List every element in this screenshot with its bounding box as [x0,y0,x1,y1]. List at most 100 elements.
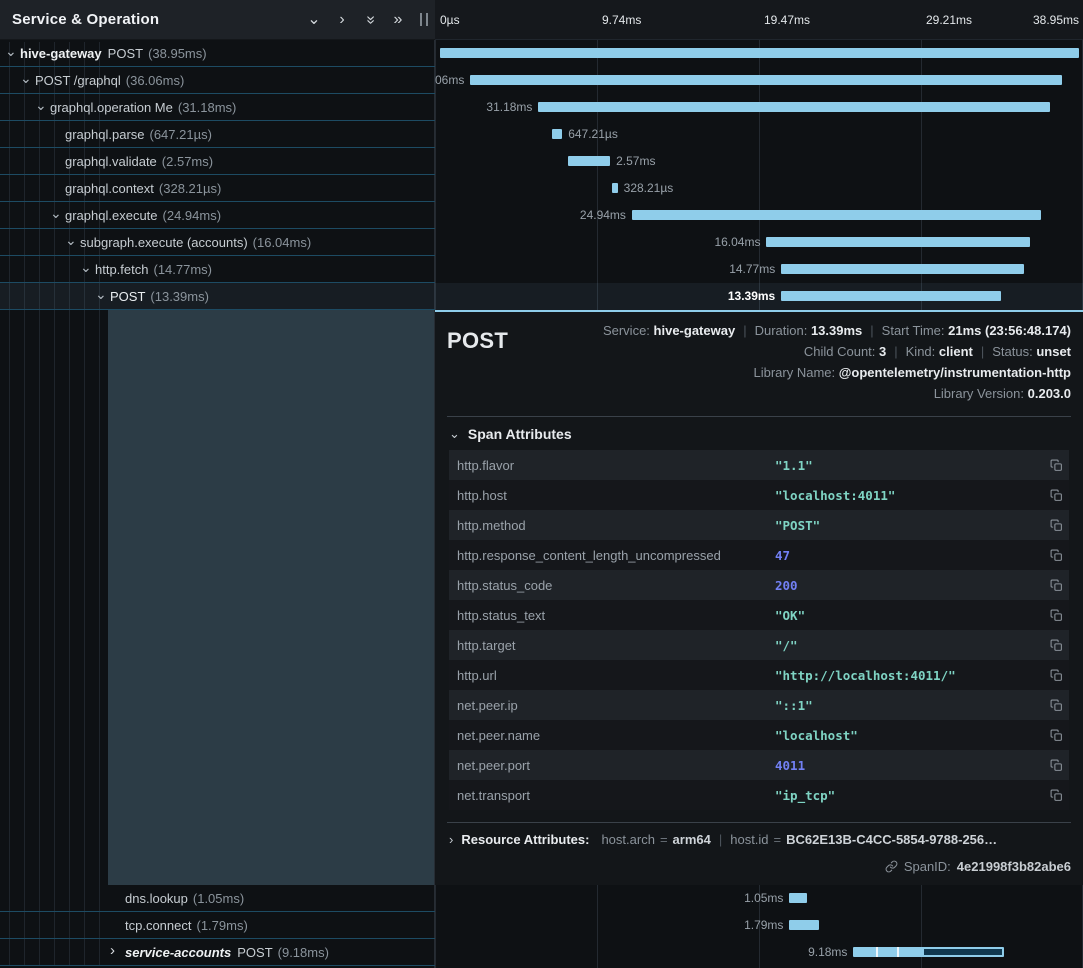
span-row[interactable]: ⌄subgraph.execute (accounts)(16.04ms) 16.… [0,229,1083,256]
span-name-cell[interactable]: graphql.parse(647.21µs) [0,121,435,148]
span-attributes-header[interactable]: ⌄ Span Attributes [449,426,1071,442]
span-row[interactable]: ⌄graphql.operation Me(31.18ms) 31.18ms [0,94,1083,121]
span-row[interactable]: graphql.parse(647.21µs) 647.21µs [0,121,1083,148]
link-icon[interactable] [885,860,898,873]
copy-icon[interactable] [1039,699,1063,712]
span-operation-name: POST [108,46,143,61]
attribute-row: net.peer.port4011 [449,750,1069,780]
span-operation-name: POST [110,289,145,304]
collapse-all-button[interactable]: » [356,12,384,28]
span-bar[interactable]: 9.18ms [853,947,1004,957]
span-duration-text: (647.21µs) [150,127,212,142]
span-name-cell[interactable]: ⌄graphql.execute(24.94ms) [0,202,435,229]
chevron-down-icon[interactable]: ⌄ [65,235,80,245]
copy-icon[interactable] [1039,759,1063,772]
copy-icon[interactable] [1039,789,1063,802]
span-row[interactable]: ⌄POST(13.39ms) 13.39ms [0,283,1083,310]
span-bar[interactable]: 31.18ms [538,102,1050,112]
copy-icon[interactable] [1039,639,1063,652]
span-operation-name: http.fetch [95,262,148,277]
span-row[interactable]: tcp.connect(1.79ms) 1.79ms [0,912,1083,939]
span-name-cell[interactable]: ⌄http.fetch(14.77ms) [0,256,435,283]
copy-icon[interactable] [1039,609,1063,622]
span-name-cell[interactable]: ⌄subgraph.execute (accounts)(16.04ms) [0,229,435,256]
span-row[interactable]: ⌄http.fetch(14.77ms) 14.77ms [0,256,1083,283]
span-name-cell[interactable]: ⌄POST(13.39ms) [0,283,435,310]
span-bar[interactable]: 2.57ms [568,156,610,166]
span-bar-cell: 36.06ms [435,67,1083,94]
span-bar[interactable]: 1.05ms [789,893,806,903]
copy-icon[interactable] [1039,669,1063,682]
span-bar[interactable]: 16.04ms [766,237,1029,247]
timeline-tick: 29.21ms [926,13,972,27]
attribute-row: http.method"POST" [449,510,1069,540]
span-row[interactable]: ⌄hive-gatewayPOST(38.95ms) [0,40,1083,67]
span-name-cell[interactable]: tcp.connect(1.79ms) [0,912,435,939]
span-bar[interactable]: 328.21µs [612,183,617,193]
chevron-down-icon[interactable]: ⌄ [35,100,50,110]
span-duration-text: (24.94ms) [163,208,222,223]
span-bar[interactable]: 647.21µs [552,129,563,139]
copy-icon[interactable] [1039,489,1063,502]
span-name-cell[interactable]: graphql.context(328.21µs) [0,175,435,202]
span-row[interactable]: graphql.validate(2.57ms) 2.57ms [0,148,1083,175]
span-duration-text: (31.18ms) [178,100,237,115]
chevron-down-icon[interactable]: ⌄ [5,46,20,56]
attribute-row: net.peer.name"localhost" [449,720,1069,750]
span-name-cell[interactable]: ›service-accountsPOST(9.18ms) [0,939,435,966]
attribute-value: "/" [775,638,1039,653]
attribute-value: 4011 [775,758,1039,773]
attribute-key: http.method [457,518,775,533]
span-name-cell[interactable]: dns.lookup(1.05ms) [0,885,435,912]
copy-icon[interactable] [1039,459,1063,472]
span-row[interactable]: dns.lookup(1.05ms) 1.05ms [0,885,1083,912]
copy-icon[interactable] [1039,579,1063,592]
chevron-down-icon[interactable]: ⌄ [20,73,35,83]
span-bar-duration-label: 9.18ms [808,946,853,958]
span-row[interactable]: ›service-accountsPOST(9.18ms) 9.18ms [0,939,1083,966]
attribute-value: 47 [775,548,1039,563]
span-name-cell[interactable]: ⌄POST /graphql(36.06ms) [0,67,435,94]
resource-attributes-row[interactable]: › Resource Attributes: host.arch=arm64|h… [449,832,1071,847]
span-bar[interactable]: 24.94ms [632,210,1041,220]
span-name-cell[interactable]: graphql.validate(2.57ms) [0,148,435,175]
chevron-down-icon[interactable]: ⌄ [50,208,65,218]
span-bar[interactable] [440,48,1079,58]
span-duration-text: (1.79ms) [197,918,248,933]
attribute-value: "POST" [775,518,1039,533]
meta-value: 0.203.0 [1028,386,1071,401]
attribute-key: net.peer.name [457,728,775,743]
span-row[interactable]: graphql.context(328.21µs) 328.21µs [0,175,1083,202]
span-name-cell[interactable]: ⌄graphql.operation Me(31.18ms) [0,94,435,121]
span-bar-cell: 14.77ms [435,256,1083,283]
service-operation-header: Service & Operation ⌄›»» [0,0,435,40]
span-operation-name: graphql.validate [65,154,157,169]
double-chevron-right-icon: » [394,11,403,28]
chevron-down-icon[interactable]: ⌄ [80,262,95,272]
attribute-value: "::1" [775,698,1039,713]
copy-icon[interactable] [1039,729,1063,742]
span-name-cell[interactable]: ⌄hive-gatewayPOST(38.95ms) [0,40,435,67]
span-attributes-table: http.flavor"1.1"http.host"localhost:4011… [449,450,1069,810]
collapse-one-button[interactable]: ⌄ [300,12,328,28]
tree-controls: ⌄›»» [300,12,412,28]
chevron-down-icon[interactable]: ⌄ [95,289,110,299]
meta-value: hive-gateway [654,323,736,338]
copy-icon[interactable] [1039,549,1063,562]
span-row[interactable]: ⌄graphql.execute(24.94ms) 24.94ms [0,202,1083,229]
span-bar-cell: 2.57ms [435,148,1083,175]
copy-icon[interactable] [1039,519,1063,532]
span-row[interactable]: ⌄POST /graphql(36.06ms) 36.06ms [0,67,1083,94]
chevron-right-icon[interactable]: › [110,946,125,956]
span-bar[interactable]: 36.06ms [470,75,1062,85]
expand-one-button[interactable]: › [328,12,356,28]
expand-all-button[interactable]: » [384,12,412,28]
span-bar[interactable]: 14.77ms [781,264,1023,274]
timeline-tick: 0µs [440,13,460,27]
span-operation-name: POST [237,945,272,960]
panel-resize-handle-icon[interactable] [420,13,428,26]
span-bar[interactable]: 13.39ms [781,291,1001,301]
span-bar[interactable]: 1.79ms [789,920,818,930]
span-bar-duration-label: 31.18ms [486,101,538,113]
attribute-row: http.status_text"OK" [449,600,1069,630]
